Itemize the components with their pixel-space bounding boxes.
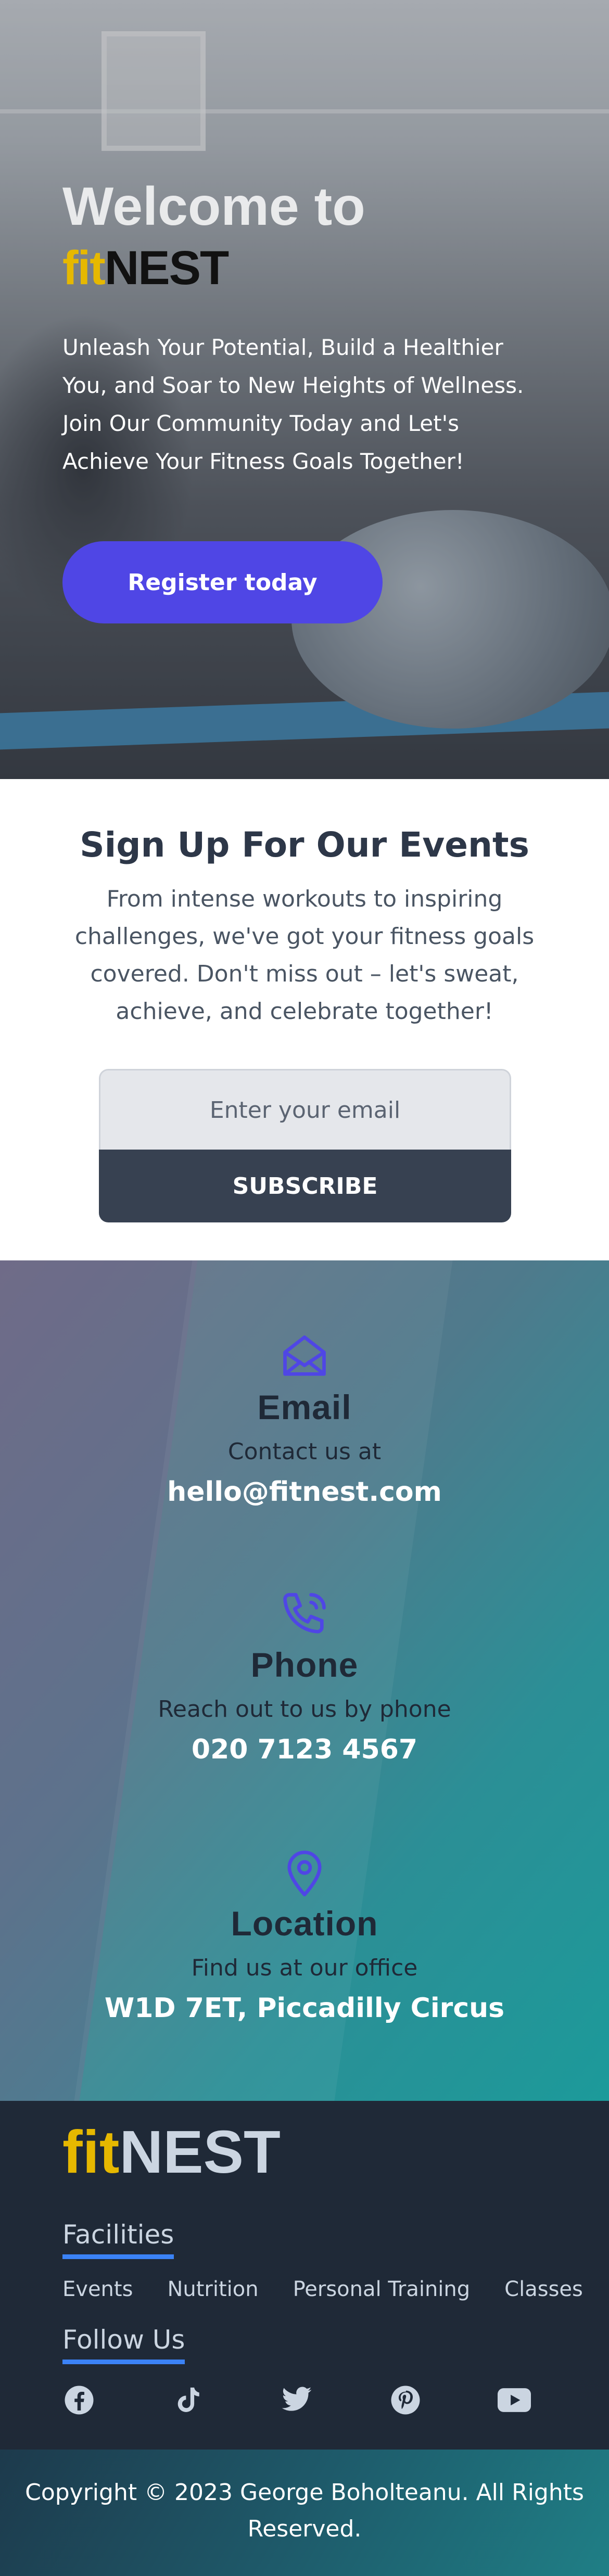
facilities-heading: Facilities bbox=[62, 2221, 174, 2259]
phone-ringing-icon bbox=[283, 1593, 326, 1634]
register-button[interactable]: Register today bbox=[62, 541, 383, 623]
subscribe-button[interactable]: SUBSCRIBE bbox=[99, 1150, 511, 1222]
contact-phone-desc: Reach out to us by phone bbox=[158, 1696, 451, 1723]
hero-text: Welcome to fitNEST Unleash Your Potentia… bbox=[62, 180, 547, 480]
email-input[interactable] bbox=[99, 1069, 511, 1150]
logo-fit-text: fit bbox=[62, 2118, 120, 2186]
contact-location: Location Find us at our office W1D 7ET, … bbox=[0, 1844, 609, 2024]
facilities-links: Events Nutrition Personal Training Class… bbox=[62, 2277, 583, 2301]
envelope-open-icon bbox=[283, 1335, 326, 1376]
social-links bbox=[62, 2383, 531, 2417]
events-section: Sign Up For Our Events From intense work… bbox=[0, 779, 609, 1260]
map-pin-icon bbox=[287, 1851, 322, 1896]
follow-heading: Follow Us bbox=[62, 2326, 185, 2364]
contact-section: Email Contact us at hello@fitnest.com Ph… bbox=[0, 1260, 609, 2101]
hero-subtitle: Unleash Your Potential, Build a Healthie… bbox=[62, 335, 524, 474]
contact-location-desc: Find us at our office bbox=[191, 1955, 418, 1981]
hero-title: Welcome to bbox=[62, 176, 365, 237]
logo-nest-text: NEST bbox=[104, 241, 229, 295]
contact-phone-title: Phone bbox=[250, 1646, 359, 1684]
tiktok-icon[interactable] bbox=[171, 2383, 205, 2417]
contact-location-link[interactable]: W1D 7ET, Piccadilly Circus bbox=[0, 1993, 609, 2024]
events-heading: Sign Up For Our Events bbox=[80, 825, 529, 865]
contact-phone: Phone Reach out to us by phone 020 7123 … bbox=[0, 1586, 609, 1765]
facebook-icon[interactable] bbox=[62, 2383, 96, 2417]
youtube-icon[interactable] bbox=[498, 2383, 531, 2417]
footer-link-events[interactable]: Events bbox=[62, 2277, 133, 2301]
hero-section: Welcome to fitNEST Unleash Your Potentia… bbox=[0, 0, 609, 779]
contact-email-link[interactable]: hello@fitnest.com bbox=[0, 1476, 609, 1508]
contact-email: Email Contact us at hello@fitnest.com bbox=[0, 1328, 609, 1508]
footer-link-personal-training[interactable]: Personal Training bbox=[293, 2277, 471, 2301]
contact-location-title: Location bbox=[231, 1904, 378, 1943]
copyright: Copyright © 2023 George Boholteanu. All … bbox=[0, 2450, 609, 2576]
contact-email-title: Email bbox=[257, 1388, 352, 1426]
contact-email-desc: Contact us at bbox=[227, 1438, 382, 1465]
twitter-icon[interactable] bbox=[280, 2383, 313, 2417]
pinterest-icon[interactable] bbox=[389, 2383, 422, 2417]
footer-link-classes[interactable]: Classes bbox=[504, 2277, 583, 2301]
footer-link-nutrition[interactable]: Nutrition bbox=[167, 2277, 258, 2301]
events-description: From intense workouts to inspiring chall… bbox=[74, 886, 535, 1025]
logo-nest-text: NEST bbox=[119, 2118, 281, 2186]
hero-logo: fitNEST bbox=[62, 244, 547, 292]
footer-logo[interactable]: fitNEST bbox=[62, 2122, 281, 2182]
contact-phone-link[interactable]: 020 7123 4567 bbox=[0, 1734, 609, 1765]
logo-fit-text: fit bbox=[62, 241, 106, 295]
footer: fitNEST Facilities Events Nutrition Pers… bbox=[0, 2101, 609, 2450]
